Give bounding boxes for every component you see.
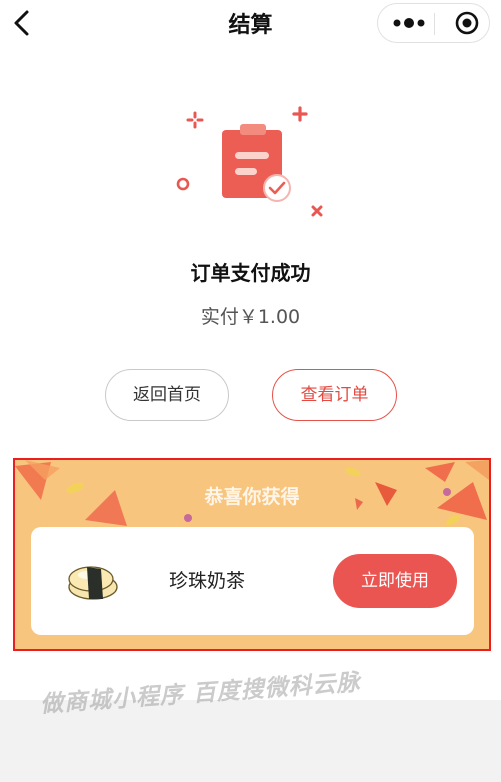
back-home-button[interactable]: 返回首页 <box>105 369 229 421</box>
reward-card: 珍珠奶茶 立即使用 <box>31 527 474 635</box>
more-button[interactable] <box>380 4 434 42</box>
payment-success-title: 订单支付成功 <box>190 261 311 285</box>
sushi-icon <box>68 566 118 600</box>
clipboard-check-icon <box>176 106 323 217</box>
nav-bar: 结算 <box>0 0 501 46</box>
target-icon <box>455 11 479 35</box>
more-dots-icon <box>393 18 425 28</box>
view-order-button[interactable]: 查看订单 <box>272 369 397 421</box>
reward-item-name: 珍珠奶茶 <box>169 570 246 592</box>
use-now-button[interactable]: 立即使用 <box>333 554 457 608</box>
paid-amount: 实付￥1.00 <box>200 306 301 328</box>
mini-program-capsule <box>377 3 490 43</box>
reward-panel: 恭喜你获得 珍珠奶茶 立即使用 <box>13 458 491 651</box>
reward-title: 恭喜你获得 <box>204 486 300 508</box>
close-miniprogram-button[interactable] <box>435 4 489 42</box>
